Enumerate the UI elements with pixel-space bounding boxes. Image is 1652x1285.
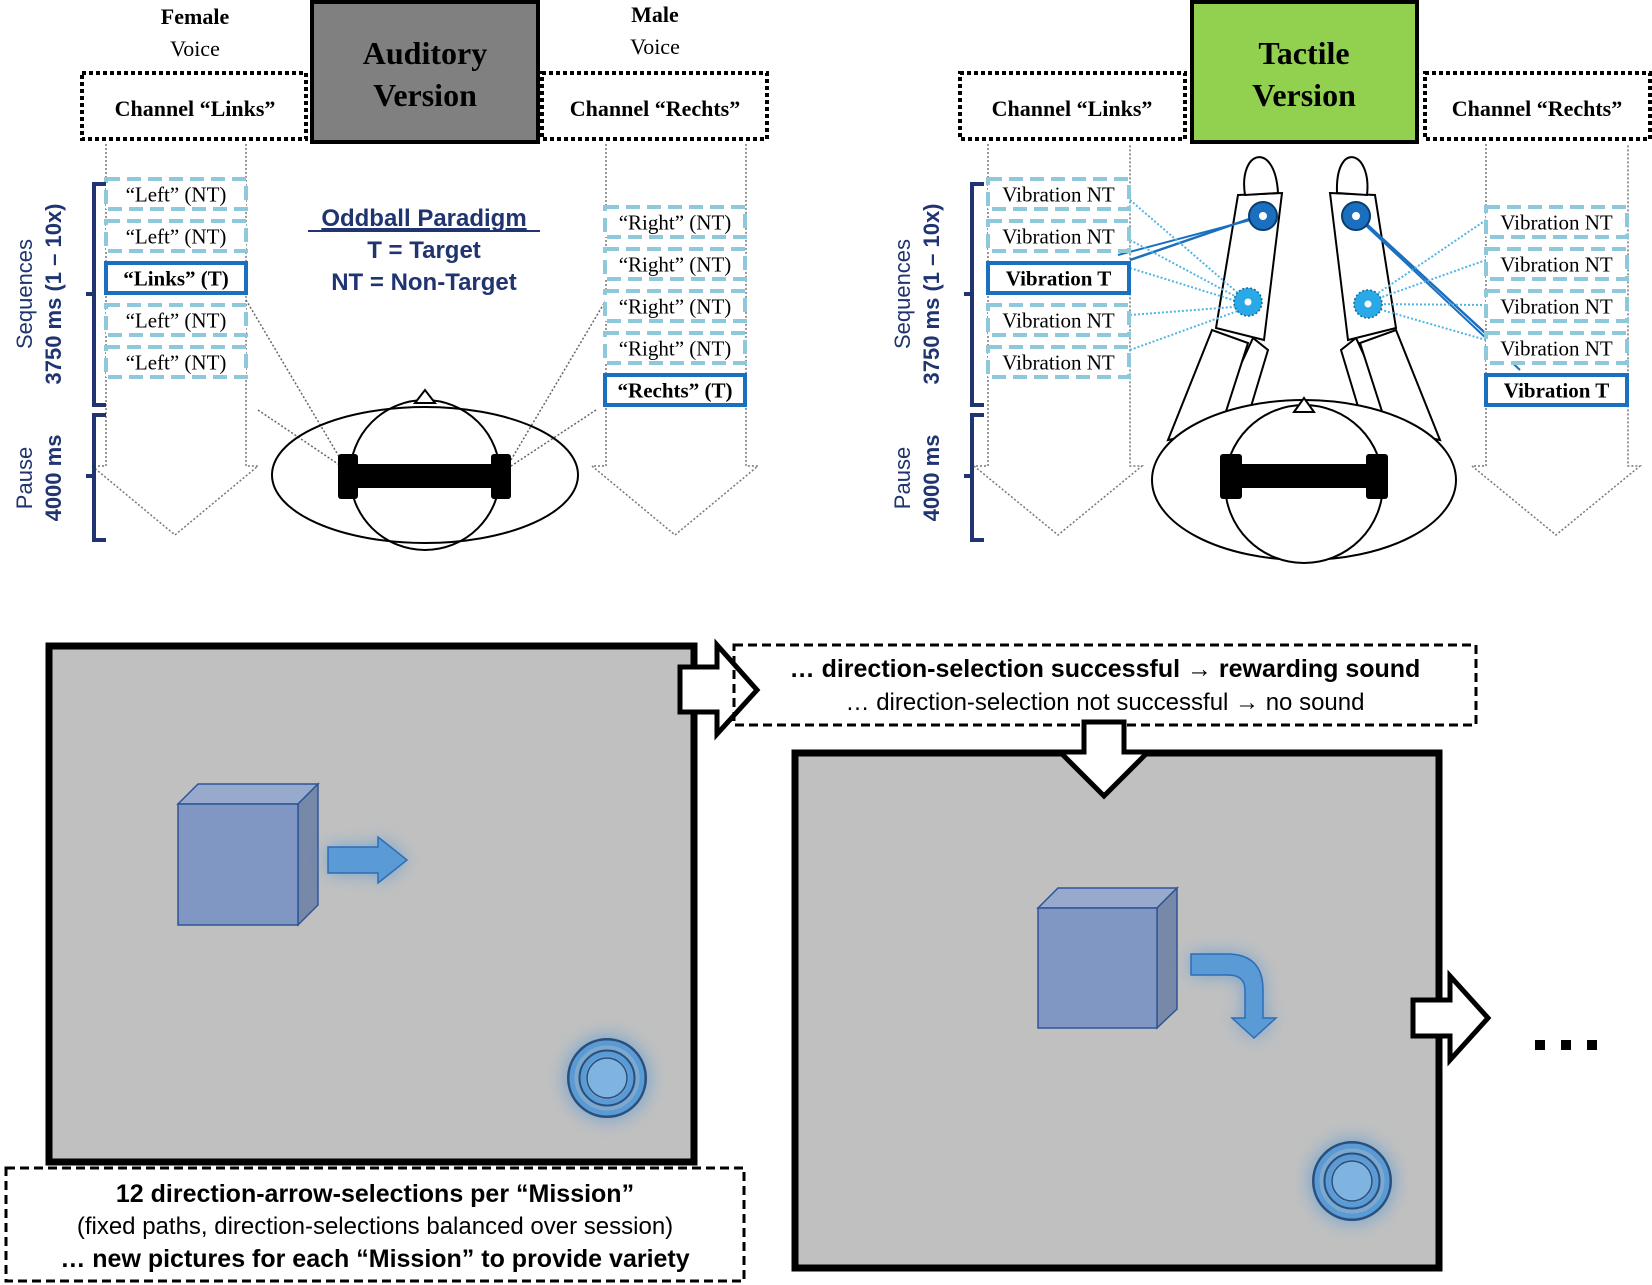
feedback-success-text: … direction-selection successful → rewar… — [790, 655, 1421, 683]
stimulus-nontarget-label: Vibration NT — [1500, 252, 1613, 276]
female-voice-sub: Voice — [170, 36, 220, 61]
tactile-right-channel-label: Channel “Rechts” — [1452, 96, 1623, 121]
person-arms-icon — [1151, 156, 1457, 564]
auditory-title-line2: Version — [373, 77, 477, 113]
tactor-connection-lines — [1117, 199, 1521, 371]
stimulus-target-label: Vibration T — [1006, 266, 1112, 290]
cube-icon-2 — [1036, 886, 1179, 1030]
stimulus-nontarget-label: “Right” (NT) — [619, 252, 732, 276]
pause-bracket — [964, 413, 984, 542]
sequences-label: Sequences — [12, 239, 37, 349]
oddball-legend-nontarget: NT = Non-Target — [331, 269, 517, 296]
sequences-duration: 3750 ms (1 – 10x) — [41, 203, 66, 384]
pause-duration: 4000 ms — [41, 435, 66, 522]
cube-icon-1 — [176, 782, 320, 927]
auditory-left-stimuli: “Left” (NT) “Left” (NT) “Links” (T) “Left” … — [104, 177, 248, 379]
auditory-left-channel-label: Channel “Links” — [115, 96, 276, 121]
stimulus-nontarget-label: “Right” (NT) — [619, 336, 732, 360]
auditory-right-channel-label: Channel “Rechts” — [570, 96, 741, 121]
feedback-failure-text: … direction-selection not successful → n… — [846, 689, 1365, 716]
tactile-left-stimuli: Vibration NT Vibration NT Vibration T Vibra… — [986, 177, 1131, 379]
auditory-timing-brackets: Sequences 3750 ms (1 – 10x) Pause 4000 ms — [12, 182, 106, 542]
stimulus-nontarget-label: “Right” (NT) — [619, 210, 732, 234]
tactile-left-channel-label: Channel “Links” — [992, 96, 1153, 121]
mission-info-line3: … new pictures for each “Mission” to pro… — [60, 1245, 689, 1273]
stimulus-target-label: “Rechts” (T) — [618, 378, 733, 402]
sequences-bracket — [86, 182, 106, 407]
sequences-label: Sequences — [890, 239, 915, 349]
pause-bracket — [86, 413, 106, 542]
sequences-duration: 3750 ms (1 – 10x) — [919, 203, 944, 384]
tactile-timing-brackets: Sequences 3750 ms (1 – 10x) Pause 4000 ms — [890, 182, 984, 542]
stimulus-nontarget-label: Vibration NT — [1500, 336, 1613, 360]
auditory-right-stimuli: “Right” (NT) “Right” (NT) “Right” (NT) “Rig… — [603, 205, 747, 407]
paradigm-figure: Auditory Version Female Voice Male Voice… — [4, 0, 1652, 1283]
tactile-title-line1: Tactile — [1258, 35, 1349, 71]
stimulus-target-label: Vibration T — [1504, 378, 1610, 402]
tactor-right-wrist-icon — [1353, 289, 1383, 319]
male-voice-label: Male — [631, 2, 679, 27]
auditory-title-line1: Auditory — [363, 35, 487, 71]
tactor-left-finger-icon — [1248, 201, 1278, 231]
stimulus-nontarget-label: Vibration NT — [1002, 350, 1115, 374]
pause-duration: 4000 ms — [919, 435, 944, 522]
head-with-headphones-icon — [271, 388, 579, 551]
oddball-legend-target: T = Target — [367, 237, 481, 264]
female-voice-label: Female — [161, 4, 230, 29]
tactor-right-finger-icon — [1341, 201, 1371, 231]
tactor-left-wrist-icon — [1233, 287, 1263, 317]
male-voice-sub: Voice — [630, 34, 680, 59]
auditory-panel: Auditory Version Female Voice Male Voice… — [12, 0, 769, 551]
stimulus-nontarget-label: “Left” (NT) — [126, 350, 227, 374]
oddball-legend-title: Oddball Paradigm — [321, 205, 526, 232]
auditory-left-connector-2 — [257, 409, 348, 471]
auditory-right-connector-2 — [504, 409, 597, 471]
tactile-panel: Tactile Version Channel “Links” Channel … — [890, 0, 1652, 564]
tactile-title-box — [1190, 0, 1419, 144]
pause-label: Pause — [12, 447, 37, 509]
target-ring-icon-1 — [565, 1036, 649, 1120]
stimulus-nontarget-label: Vibration NT — [1002, 308, 1115, 332]
stimulus-nontarget-label: “Left” (NT) — [126, 182, 227, 206]
pause-label: Pause — [890, 447, 915, 509]
auditory-right-connector — [504, 299, 607, 471]
stimulus-nontarget-label: “Left” (NT) — [126, 308, 227, 332]
target-ring-icon-2 — [1310, 1139, 1394, 1223]
mission-info-line1: 12 direction-arrow-selections per “Missi… — [116, 1180, 634, 1208]
task-section: … direction-selection successful → rewar… — [4, 638, 1597, 1283]
stimulus-target-label: “Links” (T) — [123, 266, 229, 290]
auditory-title-box — [310, 0, 540, 144]
stimulus-nontarget-label: “Left” (NT) — [126, 224, 227, 248]
stimulus-nontarget-label: Vibration NT — [1002, 182, 1115, 206]
auditory-left-connector — [245, 299, 348, 471]
stimulus-nontarget-label: “Right” (NT) — [619, 294, 732, 318]
mission-info-line2: (fixed paths, direction-selections balan… — [77, 1213, 673, 1240]
stimulus-nontarget-label: Vibration NT — [1500, 294, 1613, 318]
stimulus-nontarget-label: Vibration NT — [1500, 210, 1613, 234]
sequences-bracket — [964, 182, 984, 407]
stimulus-nontarget-label: Vibration NT — [1002, 224, 1115, 248]
continuation-ellipsis — [1535, 1040, 1597, 1050]
tactile-right-stimuli: Vibration NT Vibration NT Vibration NT Vibr… — [1484, 205, 1629, 407]
tactile-title-line2: Version — [1252, 77, 1356, 113]
